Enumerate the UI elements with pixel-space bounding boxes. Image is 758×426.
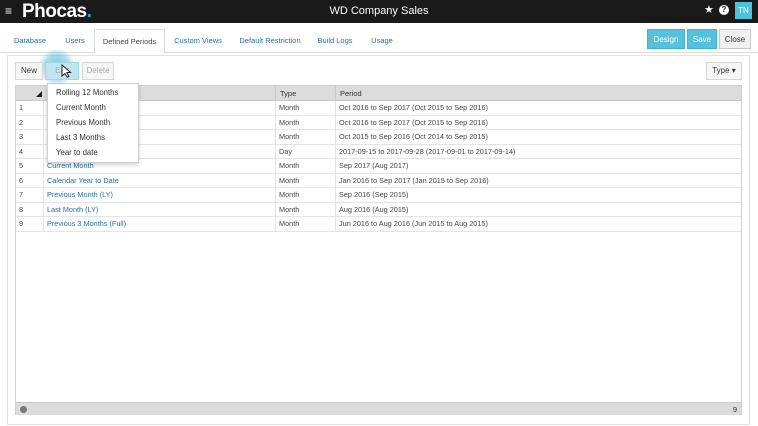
save-button[interactable]: Save — [687, 29, 717, 49]
menu-item-year-to-date[interactable]: Year to date — [56, 146, 98, 160]
period-range: Oct 2016 to Sep 2017 (Oct 2015 to Sep 20… — [339, 117, 488, 127]
tab-defined-periods[interactable]: Defined Periods — [94, 29, 165, 54]
period-range: Oct 2015 to Sep 2016 (Oct 2014 to Sep 20… — [339, 132, 488, 141]
tab-custom-views[interactable]: Custom Views — [169, 29, 227, 53]
menu-item-current-month[interactable]: Current Month — [56, 101, 106, 115]
app-title: WD Company Sales — [329, 5, 429, 17]
row-number: 7 — [16, 188, 44, 203]
tab-usage[interactable]: Usage — [364, 29, 400, 53]
period-type: Month — [276, 188, 336, 203]
header-type[interactable]: Type — [276, 86, 336, 101]
table-row[interactable]: 9 Previous 3 Months (Full) Month Jun 201… — [16, 217, 741, 232]
delete-button[interactable]: Delete — [82, 62, 114, 80]
period-name-link[interactable]: Last Month (LY) — [44, 202, 276, 217]
period-range: Sep 2016 (Sep 2015) — [339, 190, 409, 199]
edit-dropdown-menu: Rolling 12 Months Current Month Previous… — [47, 83, 139, 163]
row-number: 3 — [16, 130, 44, 145]
period-range: Oct 2016 to Sep 2017 (Oct 2015 to Sep 20… — [339, 103, 488, 112]
period-type: Month — [276, 115, 336, 130]
period-type: Month — [276, 101, 336, 116]
row-number: 5 — [16, 159, 44, 174]
row-count: 9 — [732, 405, 737, 414]
row-number: 6 — [16, 173, 44, 188]
phocas-logo[interactable]: Phocas. — [22, 1, 92, 22]
avatar[interactable]: TN — [735, 2, 752, 19]
period-range: Jan 2016 to Sep 2017 (Jan 2015 to Sep 20… — [339, 175, 489, 185]
row-number: 2 — [16, 115, 44, 130]
period-type: Month — [276, 173, 336, 188]
period-type: Month — [276, 159, 336, 174]
menu-item-previous-month[interactable]: Previous Month — [56, 116, 110, 130]
period-type: Month — [276, 202, 336, 217]
period-range: Aug 2016 (Aug 2015) — [339, 204, 409, 214]
row-number: 4 — [16, 144, 44, 159]
menu-icon[interactable]: ≡ — [5, 4, 12, 18]
period-range: Jun 2016 to Aug 2016 (Jun 2015 to Aug 20… — [339, 219, 488, 228]
admin-tabs: Database Users Defined Periods Custom Vi… — [0, 29, 758, 54]
mouse-cursor-icon — [61, 64, 72, 78]
table-row[interactable]: 7 Previous Month (LY) Month Sep 2016 (Se… — [16, 188, 741, 203]
tab-default-restriction[interactable]: Default Restriction — [234, 29, 306, 53]
close-button[interactable]: Close — [719, 29, 751, 49]
table-row[interactable]: 8 Last Month (LY) Month Aug 2016 (Aug 20… — [16, 202, 741, 217]
period-range: 2017-09-15 to 2017-09-28 (2017-09-01 to … — [339, 146, 516, 156]
menu-item-last-3-months[interactable]: Last 3 Months — [56, 131, 105, 145]
database-icon — [20, 406, 27, 413]
star-icon[interactable]: ★ — [704, 4, 714, 17]
grid-footer: 9 — [16, 402, 741, 415]
period-type: Day — [276, 144, 336, 159]
type-dropdown-button[interactable]: Type ▾ — [706, 62, 742, 80]
period-type: Month — [276, 217, 336, 232]
design-button[interactable]: Design — [647, 29, 685, 49]
row-number: 1 — [16, 101, 44, 116]
period-name-link[interactable]: Calendar Year to Date — [44, 173, 276, 188]
logo-text: Phocas — [22, 1, 87, 22]
sort-icon[interactable] — [36, 91, 42, 97]
tab-build-logs[interactable]: Build Logs — [312, 29, 358, 53]
period-name-link[interactable]: Previous Month (LY) — [44, 188, 276, 203]
new-button[interactable]: New — [15, 62, 43, 80]
period-range: Sep 2017 (Aug 2017) — [339, 161, 409, 170]
period-type: Month — [276, 130, 336, 145]
row-number: 8 — [16, 202, 44, 217]
top-bar: ≡ Phocas. WD Company Sales ★ ? TN — [0, 0, 758, 23]
logo-dot: . — [86, 1, 92, 22]
help-icon[interactable]: ? — [719, 5, 729, 15]
table-row[interactable]: 6 Calendar Year to Date Month Jan 2016 t… — [16, 173, 741, 188]
row-number: 9 — [16, 217, 44, 232]
tab-database[interactable]: Database — [7, 29, 53, 53]
period-name-link[interactable]: Previous 3 Months (Full) — [44, 217, 276, 232]
menu-item-rolling-12-months[interactable]: Rolling 12 Months — [56, 86, 118, 100]
header-period[interactable]: Period — [336, 86, 741, 101]
